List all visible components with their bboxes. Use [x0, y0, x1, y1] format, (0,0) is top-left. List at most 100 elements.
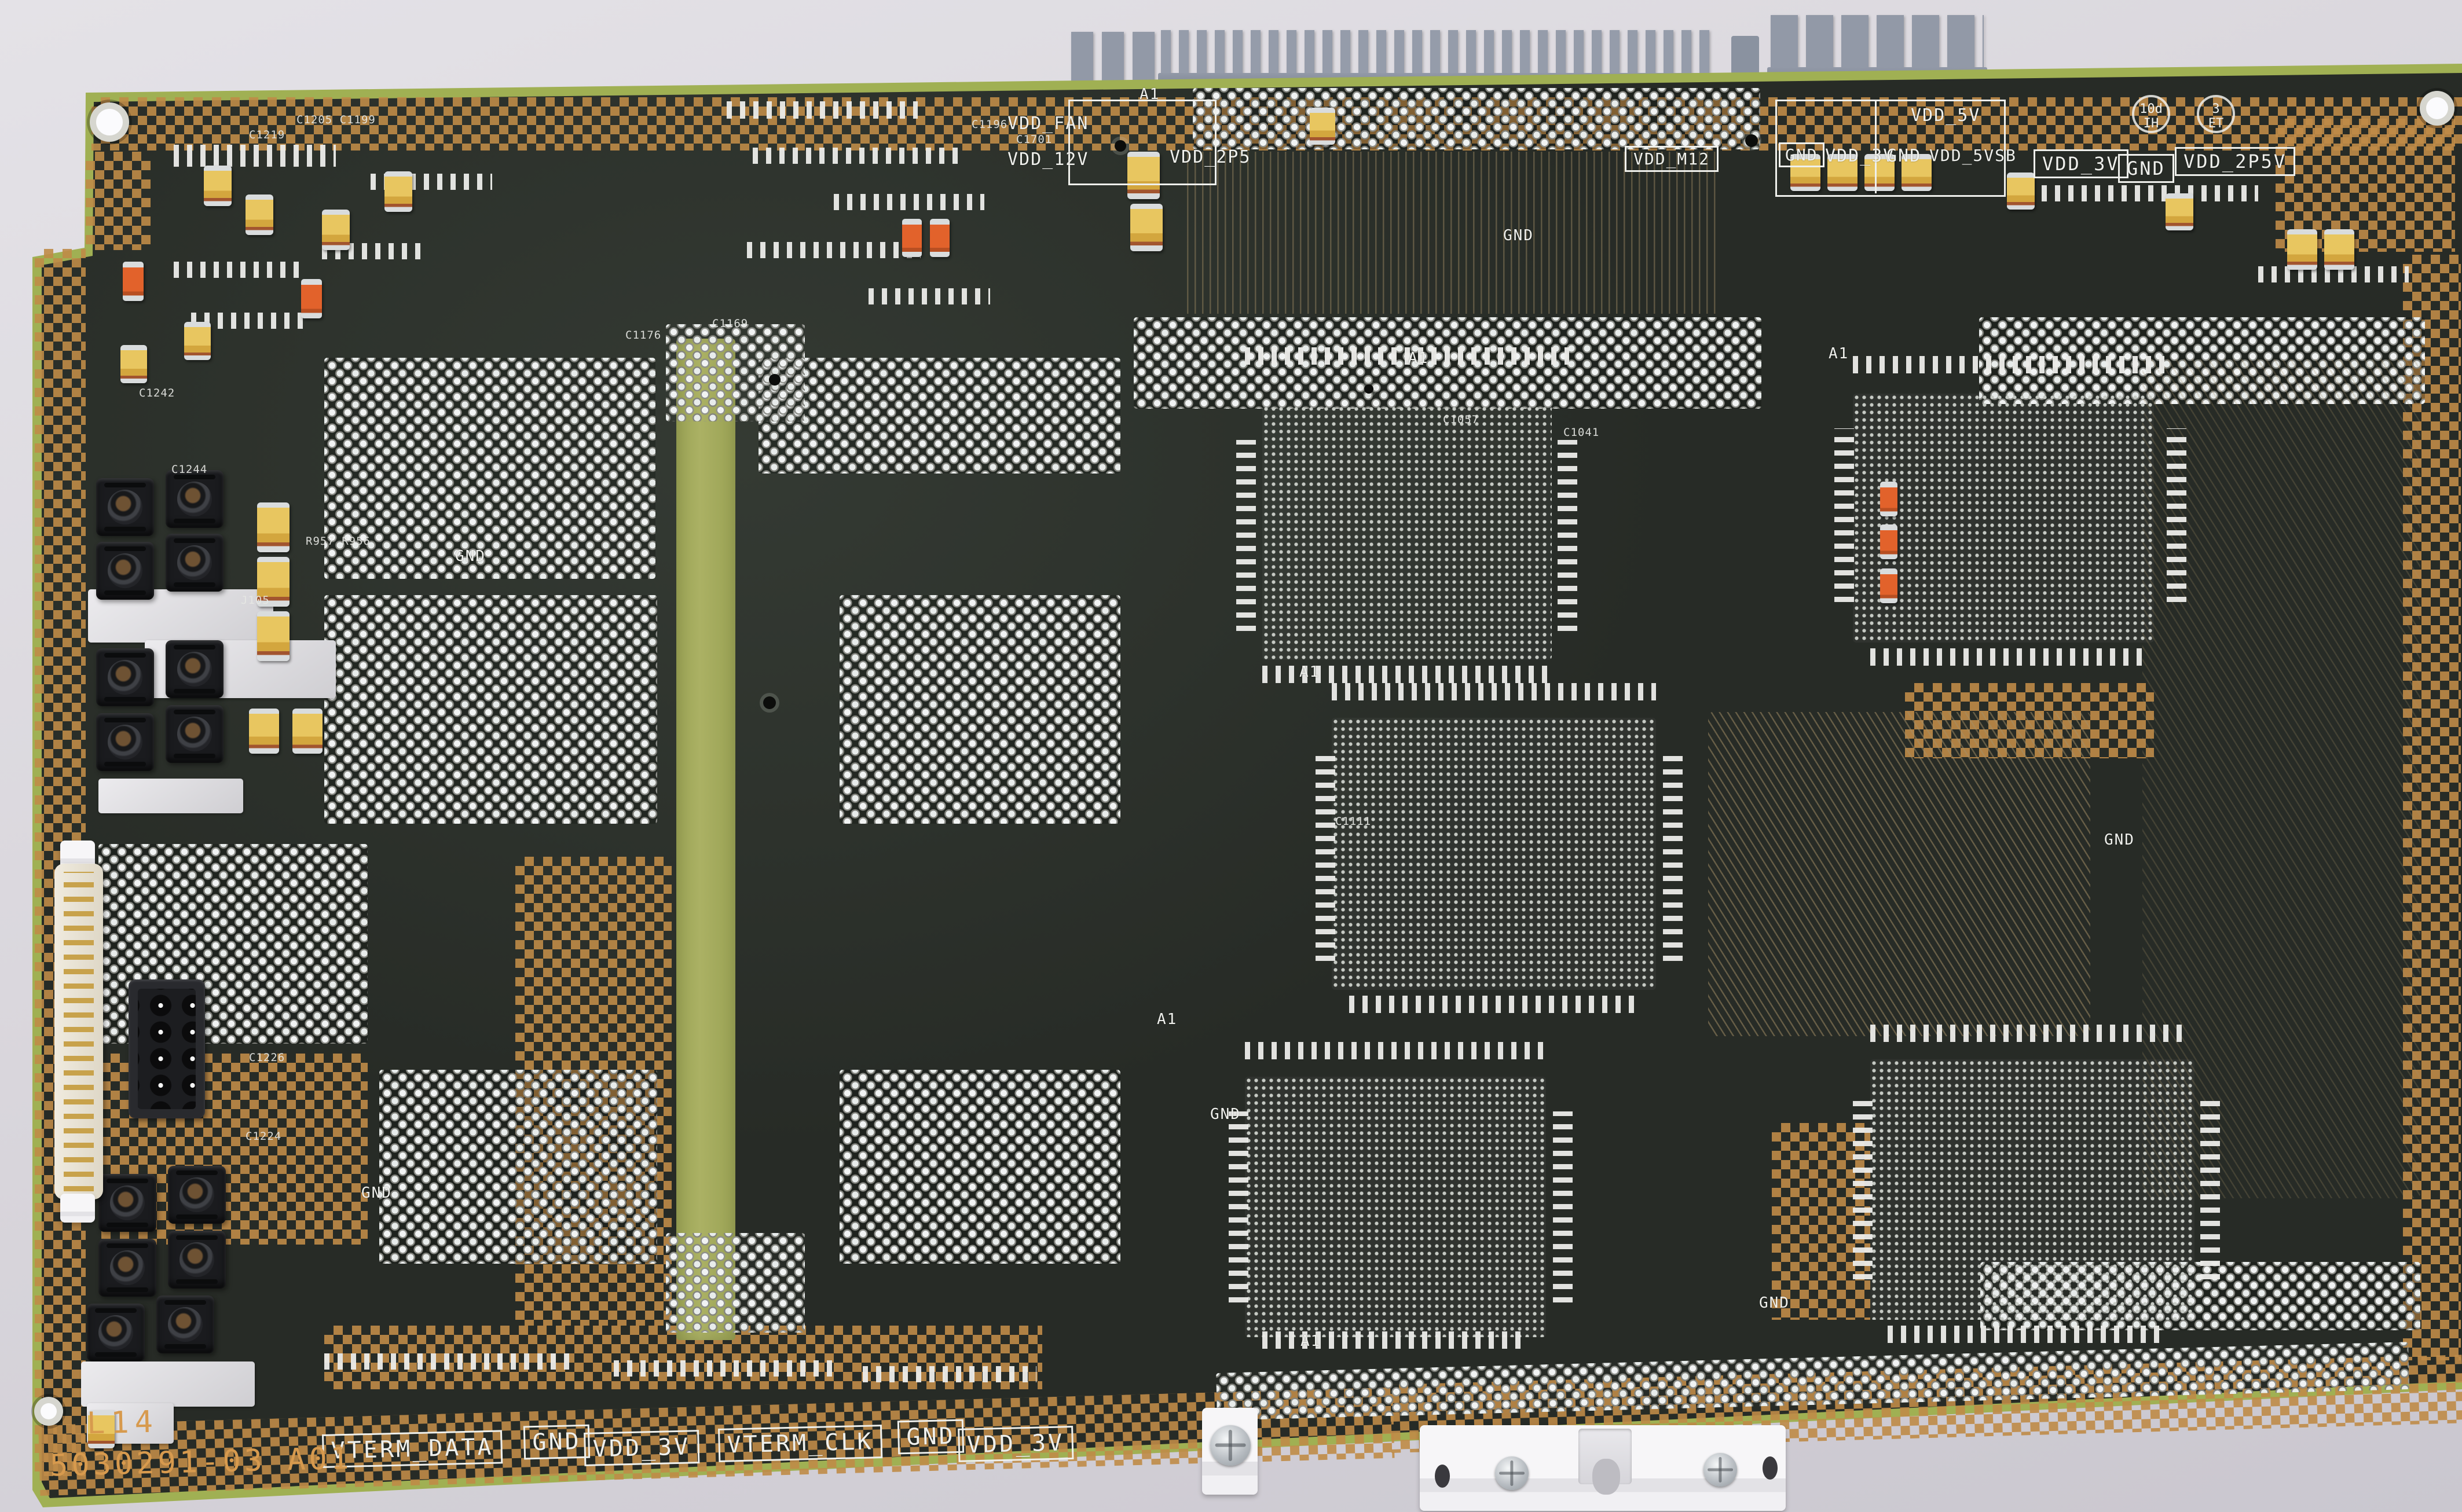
component-cluster: [324, 1353, 573, 1370]
label-a1: A1: [1300, 1333, 1321, 1350]
tantalum-capacitor: [2324, 229, 2354, 270]
trace-zone: [1187, 152, 1720, 314]
screw: [1703, 1453, 1737, 1487]
component-cluster: [1888, 1326, 2166, 1343]
component-cluster: [1332, 683, 1656, 700]
screw: [1210, 1425, 1251, 1466]
mounting-hole: [2426, 97, 2448, 119]
component-cluster: [1316, 753, 1335, 961]
pin-field: [324, 358, 655, 579]
component-cluster: [1853, 356, 2166, 373]
component-cluster: [1229, 1111, 1248, 1302]
label-gnd: GND: [361, 1184, 392, 1202]
tantalum-capacitor: [120, 345, 147, 383]
bga-land-pattern: [1245, 1077, 1546, 1337]
fiber-socket: [166, 705, 224, 763]
label-a1: A1: [1408, 350, 1428, 367]
component-ref: C1111: [1335, 815, 1371, 828]
label-gnd: GND: [2104, 831, 2135, 849]
label-vdd-3v: VDD_3V: [1825, 146, 1895, 166]
label-a1: A1: [1157, 1011, 1177, 1028]
fiber-socket: [98, 1174, 156, 1232]
fiber-socket: [168, 1231, 226, 1289]
bga-land-pattern: [1870, 1059, 2194, 1320]
component-ref: C1226: [249, 1051, 285, 1064]
label-a1: A1: [1829, 345, 1849, 362]
via-hole: [763, 696, 776, 709]
label-vdd-3v: VDD_3V: [584, 1430, 699, 1466]
tantalum-capacitor: [1310, 108, 1335, 145]
pin-field: [840, 1070, 1120, 1264]
trace-zone: [1708, 712, 2090, 1036]
label-vdd-m12: VDD_M12: [1625, 146, 1719, 172]
component-ref: C1041: [1563, 426, 1599, 439]
edge-connector-power: [1771, 15, 1984, 75]
component-ref: C1701: [1016, 133, 1052, 146]
pin-field: [840, 595, 1120, 824]
label-gnd: GND: [1886, 146, 1921, 166]
label-vdd-3v: VDD_3V: [958, 1426, 1074, 1462]
component-cluster: [747, 242, 921, 258]
component-ref: C1169: [712, 317, 748, 330]
tantalum-capacitor: [384, 171, 412, 212]
fiber-socket: [87, 1304, 145, 1361]
orange-capacitor: [1880, 482, 1897, 516]
label-gnd: GND: [455, 548, 486, 565]
metal-plate: [81, 1361, 255, 1407]
pin-field: [324, 595, 657, 824]
component-cluster: [174, 145, 336, 167]
component-cluster: [753, 148, 961, 164]
component-ref: R957 R956: [306, 535, 371, 548]
label-gnd: GND: [1759, 1294, 1790, 1312]
via-hole: [1364, 384, 1373, 394]
fiber-socket: [166, 470, 224, 528]
component-cluster: [174, 262, 307, 278]
component-cluster: [1853, 1094, 1873, 1279]
orange-capacitor: [123, 262, 144, 301]
component-ref: C1196: [972, 118, 1007, 131]
ribbon-connector-ear: [60, 1194, 95, 1223]
tantalum-capacitor: [204, 166, 232, 206]
label-vdd-12v: VDD_12V: [1007, 149, 1089, 170]
component-cluster: [863, 1366, 1036, 1382]
label-gnd: GND: [1210, 1106, 1241, 1123]
component-cluster: [1245, 347, 1569, 365]
qc-stamp-line1: 10d: [2134, 102, 2168, 116]
pin-field: [666, 324, 805, 421]
label-vdd-2p5: VDD_2P5: [1170, 147, 1251, 167]
orange-capacitor: [1880, 568, 1897, 603]
bracket-hole: [1435, 1465, 1450, 1488]
screw: [1495, 1456, 1529, 1490]
label-vdd-2p5v: VDD_2P5V: [2175, 147, 2295, 176]
label-vterm-clk: VTERM_CLK: [718, 1425, 882, 1462]
fiber-socket: [166, 534, 224, 592]
component-cluster: [1553, 1111, 1573, 1302]
tantalum-capacitor: [257, 611, 290, 661]
bga-land-pattern: [1262, 405, 1552, 660]
tantalum-capacitor: [2287, 229, 2317, 270]
via-hole: [1745, 134, 1758, 147]
gold-pad-field: [86, 152, 151, 250]
tantalum-capacitor: [292, 709, 323, 754]
label-vdd-5v: VDD_5V: [1911, 105, 1980, 126]
label-a1: A1: [1299, 663, 1320, 681]
orange-capacitor: [301, 279, 322, 318]
component-ref: J105: [241, 594, 270, 607]
tantalum-capacitor: [184, 322, 211, 360]
photo-scene: VDD_FAN VDD_12V VDD_2P5 VDD_M12 VDD_5V G…: [0, 0, 2462, 1512]
component-cluster: [1245, 1042, 1546, 1059]
silkscreen-box: [1068, 100, 1217, 185]
metal-plate: [98, 779, 243, 813]
board-part-number: 5030291-03 A01: [49, 1441, 353, 1484]
fiber-socket: [96, 648, 154, 706]
tantalum-capacitor: [2007, 173, 2035, 210]
ribbon-connector: [54, 864, 103, 1199]
qc-stamp-line2: IH: [2134, 116, 2168, 131]
fiber-socket: [156, 1296, 214, 1353]
component-cluster: [2167, 428, 2186, 602]
fiber-socket: [168, 1166, 226, 1224]
center-bus-strip: [676, 339, 735, 1340]
component-ref: C1205 C1199: [296, 113, 376, 126]
orange-capacitor: [1880, 524, 1897, 559]
bga-land-pattern: [1332, 718, 1656, 990]
